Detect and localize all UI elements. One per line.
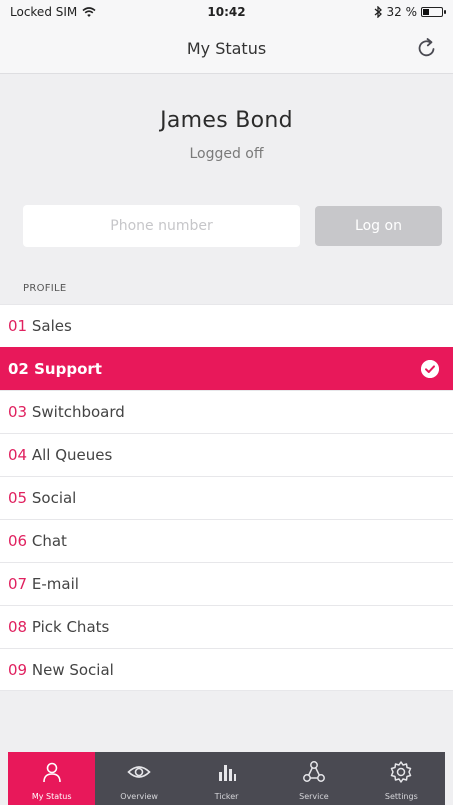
user-status: Logged off bbox=[189, 146, 264, 162]
profile-label: Pick Chats bbox=[31, 618, 110, 636]
checkmark-icon bbox=[421, 360, 439, 378]
phone-number-input[interactable] bbox=[23, 205, 300, 247]
profile-label: Sales bbox=[31, 317, 72, 335]
gear-icon bbox=[391, 761, 412, 783]
tab-settings[interactable]: Settings bbox=[358, 752, 445, 805]
profile-label: All Queues bbox=[31, 446, 113, 464]
profile-item-pick-chats[interactable]: 08 Pick Chats bbox=[0, 605, 453, 648]
profile-item-support[interactable]: 02 Support bbox=[0, 347, 453, 390]
user-name: James Bond bbox=[160, 108, 293, 133]
profile-label: Switchboard bbox=[31, 403, 125, 421]
eye-icon bbox=[127, 766, 151, 778]
log-on-button[interactable]: Log on bbox=[315, 206, 442, 246]
profile-number: 02 bbox=[8, 360, 29, 378]
profile-item-new-social[interactable]: 09 New Social bbox=[0, 648, 453, 691]
profile-label: E-mail bbox=[31, 575, 79, 593]
tab-bar: My Status Overview Ticker Service Settin… bbox=[8, 752, 445, 805]
profile-number: 06 bbox=[8, 532, 28, 550]
bluetooth-icon bbox=[374, 6, 382, 18]
tab-overview[interactable]: Overview bbox=[95, 752, 182, 805]
battery-percent: 32 % bbox=[386, 5, 418, 19]
profile-section-label: PROFILE bbox=[23, 283, 67, 294]
profile-label: Social bbox=[31, 489, 77, 507]
nav-bar: My Status bbox=[0, 24, 453, 74]
status-bar-right: 32 % bbox=[373, 5, 446, 19]
profile-item-email[interactable]: 07 E-mail bbox=[0, 562, 453, 605]
tab-label: My Status bbox=[31, 792, 72, 801]
profile-number: 01 bbox=[8, 317, 28, 335]
profile-number: 05 bbox=[8, 489, 28, 507]
profile-item-switchboard[interactable]: 03 Switchboard bbox=[0, 390, 453, 433]
profile-number: 03 bbox=[8, 403, 28, 421]
tab-ticker[interactable]: Ticker bbox=[183, 752, 270, 805]
tab-label: Service bbox=[299, 792, 329, 801]
status-bar: Locked SIM 10:42 32 % bbox=[0, 0, 453, 24]
network-icon bbox=[302, 761, 325, 782]
profile-number: 08 bbox=[8, 618, 28, 636]
profile-label: Support bbox=[34, 360, 102, 378]
my-status-screen: Locked SIM 10:42 32 % My Status James Bo… bbox=[0, 0, 453, 805]
profile-label: Chat bbox=[31, 532, 67, 550]
profile-number: 04 bbox=[8, 446, 28, 464]
tab-service[interactable]: Service bbox=[270, 752, 357, 805]
battery-icon bbox=[421, 7, 446, 17]
person-icon bbox=[42, 762, 61, 783]
profile-item-chat[interactable]: 06 Chat bbox=[0, 519, 453, 562]
profile-label: New Social bbox=[31, 661, 114, 679]
refresh-button[interactable] bbox=[415, 36, 439, 60]
tab-label: Overview bbox=[120, 792, 158, 801]
profile-item-sales[interactable]: 01 Sales bbox=[0, 304, 453, 347]
tab-label: Settings bbox=[384, 792, 418, 801]
tab-my-status[interactable]: My Status bbox=[8, 752, 96, 805]
profile-item-social[interactable]: 05 Social bbox=[0, 476, 453, 519]
page-title: My Status bbox=[186, 39, 267, 58]
profile-list: 01 Sales 02 Support 03 Switchboard 04 Al… bbox=[0, 304, 453, 691]
profile-number: 09 bbox=[8, 661, 28, 679]
battery-level bbox=[423, 9, 429, 15]
profile-number: 07 bbox=[8, 575, 28, 593]
bar-chart-icon bbox=[218, 765, 236, 781]
profile-item-all-queues[interactable]: 04 All Queues bbox=[0, 433, 453, 476]
tab-label: Ticker bbox=[214, 792, 239, 801]
